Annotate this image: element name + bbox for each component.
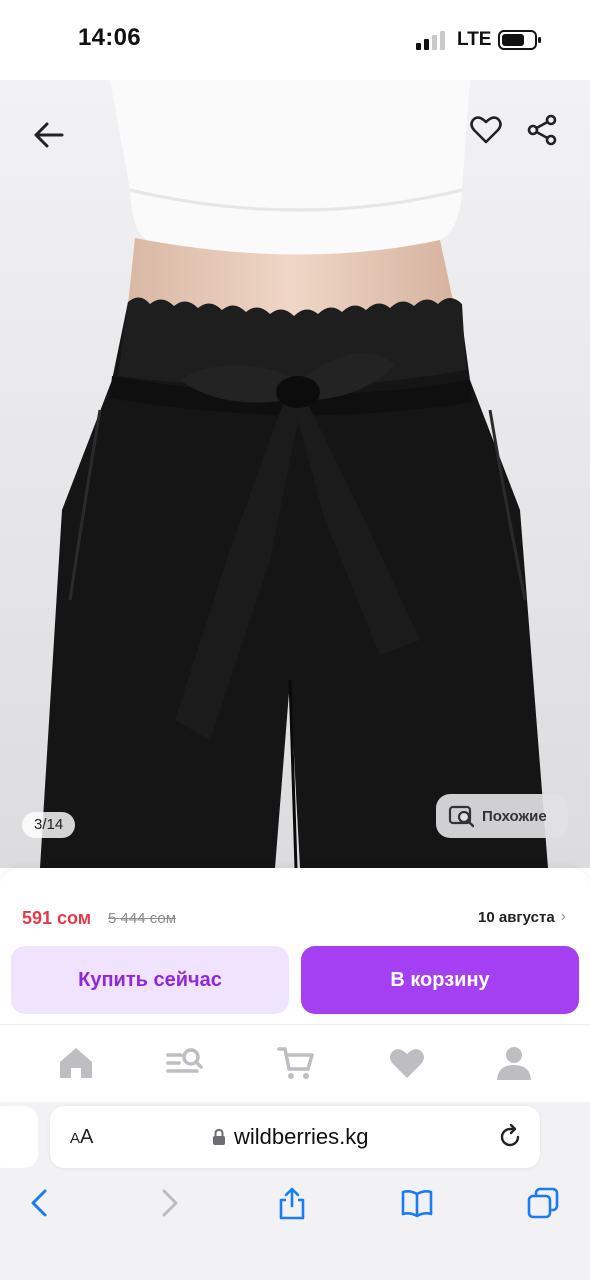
current-price: 591 сом [22,908,92,928]
heart-icon[interactable] [468,112,504,148]
forward-chevron-icon[interactable] [151,1186,185,1220]
status-bar: 14:06 LTE [0,0,590,80]
cart-icon[interactable] [276,1043,316,1083]
profile-icon[interactable] [494,1043,534,1083]
previous-tab-preview[interactable] [0,1106,38,1168]
product-photo [0,80,590,868]
network-type: LTE [457,29,492,50]
tabs-icon[interactable] [526,1186,560,1220]
delivery-date-link[interactable]: 10 августа › [478,908,566,926]
purchase-panel: 591 сом 5 444 сом 10 августа › Купить се… [0,868,590,1102]
share-icon[interactable] [275,1186,309,1220]
status-time: 14:06 [78,24,141,51]
home-icon[interactable] [56,1043,96,1083]
browser-toolbar: AA wildberries.kg [0,1102,590,1280]
catalog-search-icon[interactable] [165,1043,205,1083]
chevron-right-icon: › [560,908,566,925]
delivery-date: 10 августа [478,908,555,926]
image-counter: 3/14 [22,812,76,838]
reload-icon[interactable] [496,1123,524,1151]
bookmarks-book-icon[interactable] [400,1186,434,1220]
similar-products-button[interactable]: Похожие [436,794,568,838]
add-to-cart-button[interactable]: В корзину [301,946,579,1014]
share-icon[interactable] [524,112,560,148]
lock-icon [213,1128,225,1145]
buy-now-button[interactable]: Купить сейчас [11,946,289,1014]
cellular-signal-icon [416,31,445,50]
text-size-button[interactable]: AA [70,1126,93,1149]
favorites-heart-icon[interactable] [387,1043,427,1083]
battery-icon [498,30,541,50]
back-arrow-icon[interactable] [28,114,70,156]
url-field[interactable]: wildberries.kg [212,1124,369,1150]
product-image-gallery[interactable]: 3/14 Похожие [0,80,590,868]
old-price: 5 444 сом [108,910,177,927]
bottom-tab-bar [0,1024,590,1102]
similar-label: Похожие [482,807,547,825]
url-text: wildberries.kg [234,1124,369,1149]
similar-search-icon [448,805,475,828]
address-bar[interactable]: AA wildberries.kg [50,1106,540,1168]
back-chevron-icon[interactable] [24,1186,58,1220]
